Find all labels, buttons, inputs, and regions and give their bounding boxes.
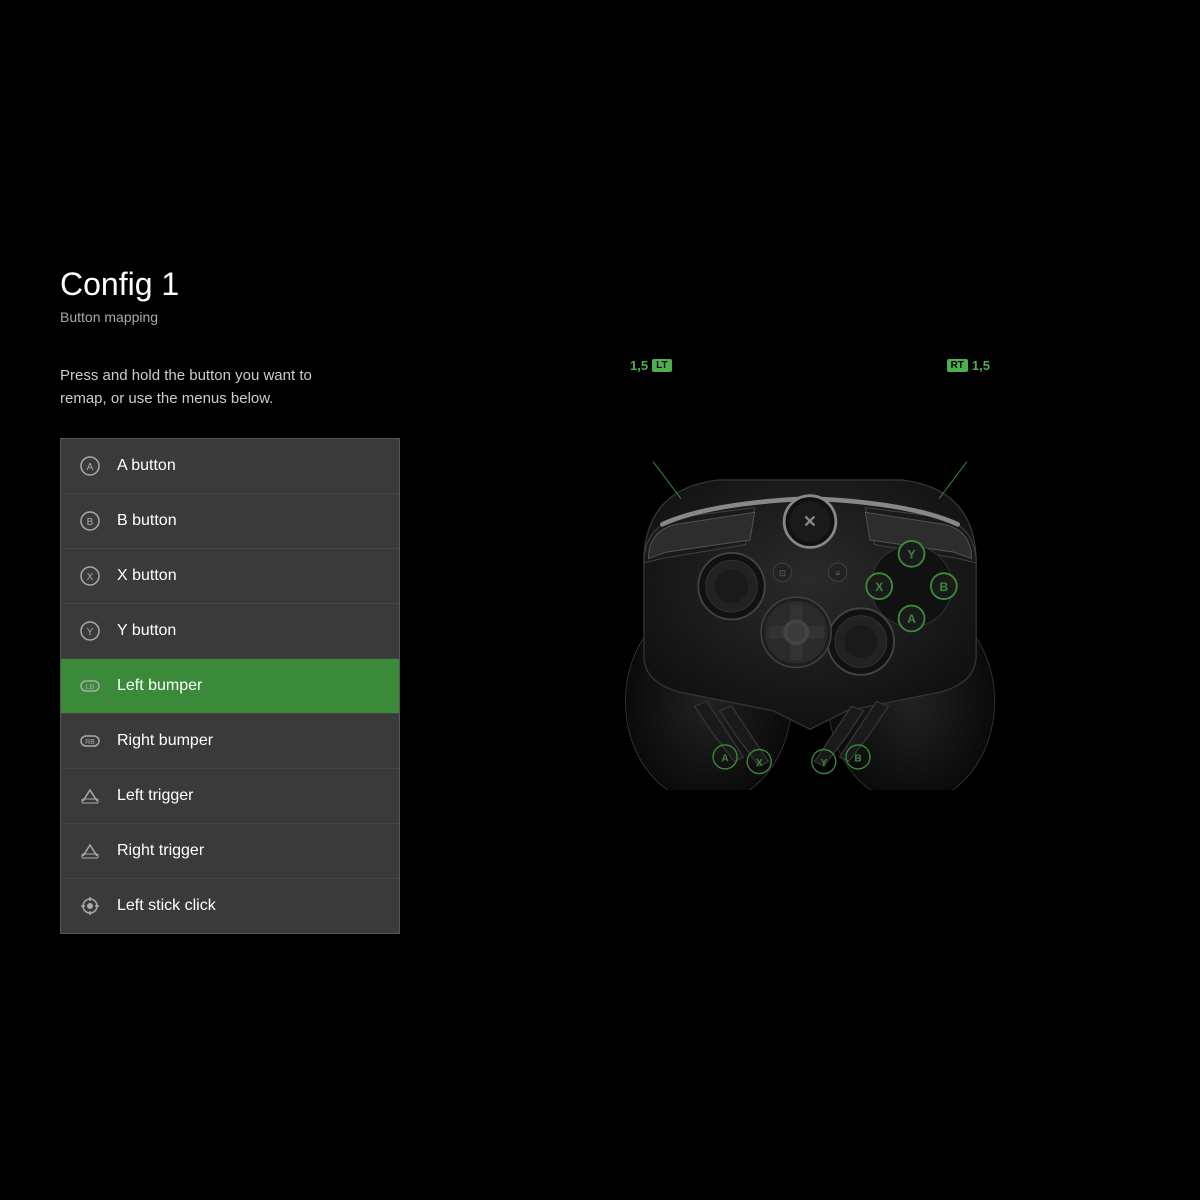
- svg-text:X: X: [87, 572, 94, 583]
- left-panel: Config 1 Button mapping Press and hold t…: [60, 266, 480, 934]
- button-label-left-stick-click: Left stick click: [117, 897, 216, 915]
- button-item-right-trigger[interactable]: Right trigger: [61, 824, 399, 879]
- button-label-b-button: B button: [117, 512, 177, 530]
- instructions-text: Press and hold the button you want to re…: [60, 365, 340, 410]
- rt-badge: RT: [947, 359, 968, 372]
- y-icon: Y: [77, 618, 103, 644]
- svg-text:✕: ✕: [803, 512, 817, 531]
- button-item-right-bumper[interactable]: RB Right bumper: [61, 714, 399, 769]
- svg-text:LB: LB: [86, 684, 95, 691]
- rt-label: RT 1,5: [947, 358, 990, 373]
- button-label-right-trigger: Right trigger: [117, 842, 204, 860]
- config-title: Config 1: [60, 266, 480, 303]
- rt-icon: [77, 838, 103, 864]
- svg-text:A: A: [87, 462, 94, 473]
- svg-text:X: X: [756, 758, 763, 769]
- svg-text:X: X: [875, 580, 883, 594]
- config-subtitle: Button mapping: [60, 309, 480, 325]
- controller-image: ✕: [570, 410, 1050, 790]
- button-label-x-button: X button: [117, 567, 177, 585]
- button-item-a-button[interactable]: A A button: [61, 439, 399, 494]
- button-label-left-bumper: Left bumper: [117, 677, 202, 695]
- svg-text:A: A: [721, 754, 729, 765]
- lt-badge: LT: [652, 359, 671, 372]
- button-item-b-button[interactable]: B B button: [61, 494, 399, 549]
- controller-area: 1,5 LT RT 1,5: [550, 340, 1070, 860]
- lt-value: 1,5: [630, 358, 648, 373]
- rt-value: 1,5: [972, 358, 990, 373]
- button-item-left-trigger[interactable]: Left trigger: [61, 769, 399, 824]
- svg-text:RB: RB: [85, 739, 95, 746]
- button-label-left-trigger: Left trigger: [117, 787, 193, 805]
- svg-text:Y: Y: [820, 758, 827, 769]
- x-icon: X: [77, 563, 103, 589]
- button-mapping-list: A A button B B button X X button Y Y button LB Le…: [60, 438, 400, 934]
- svg-text:B: B: [940, 580, 949, 594]
- rb-icon: RB: [77, 728, 103, 754]
- svg-text:A: A: [907, 612, 916, 626]
- button-item-left-stick-click[interactable]: Left stick click: [61, 879, 399, 933]
- b-icon: B: [77, 508, 103, 534]
- svg-text:B: B: [87, 517, 94, 528]
- lt-label: 1,5 LT: [630, 358, 672, 373]
- right-panel: 1,5 LT RT 1,5: [480, 300, 1140, 900]
- button-label-a-button: A button: [117, 457, 176, 475]
- a-icon: A: [77, 453, 103, 479]
- button-label-y-button: Y button: [117, 622, 176, 640]
- button-item-x-button[interactable]: X X button: [61, 549, 399, 604]
- button-item-y-button[interactable]: Y Y button: [61, 604, 399, 659]
- button-item-left-bumper[interactable]: LB Left bumper: [61, 659, 399, 714]
- lt-icon: [77, 783, 103, 809]
- lb-icon: LB: [77, 673, 103, 699]
- svg-text:≡: ≡: [835, 568, 840, 578]
- button-label-right-bumper: Right bumper: [117, 732, 213, 750]
- svg-text:B: B: [854, 754, 861, 765]
- svg-text:Y: Y: [908, 547, 916, 561]
- svg-text:⊡: ⊡: [779, 568, 786, 578]
- ls-icon: [77, 893, 103, 919]
- page-container: Config 1 Button mapping Press and hold t…: [0, 0, 1200, 1200]
- svg-text:Y: Y: [87, 627, 94, 638]
